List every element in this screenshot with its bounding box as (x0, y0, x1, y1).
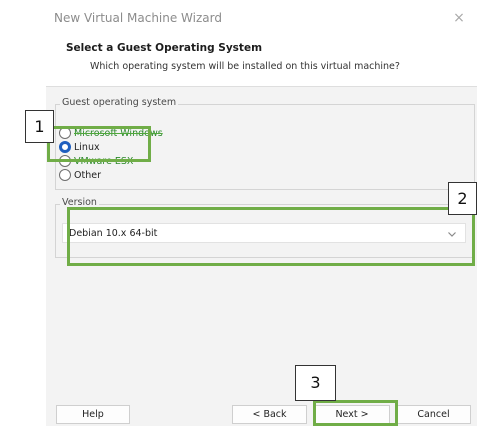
page-subtitle: Which operating system will be installed… (90, 61, 400, 72)
back-button[interactable]: < Back (232, 405, 307, 424)
cancel-button[interactable]: Cancel (396, 405, 471, 424)
radio-label: Other (74, 169, 101, 181)
callout-label-3: 3 (295, 365, 336, 401)
highlight-box-os-selection (47, 126, 151, 162)
highlight-box-version (67, 207, 475, 266)
highlight-box-next (313, 400, 398, 426)
screenshot-canvas: New Virtual Machine Wizard × Select a Gu… (0, 0, 477, 426)
wizard-header: Select a Guest Operating System Which op… (46, 36, 477, 87)
callout-label-1: 1 (25, 110, 54, 143)
guest-os-group-label: Guest operating system (60, 97, 179, 108)
help-button[interactable]: Help (56, 405, 130, 424)
callout-label-2: 2 (448, 182, 477, 215)
close-icon[interactable]: × (449, 9, 469, 27)
radio-button[interactable] (59, 169, 71, 181)
page-title: Select a Guest Operating System (66, 42, 263, 54)
window-title: New Virtual Machine Wizard (54, 11, 222, 25)
radio-other[interactable]: Other (59, 168, 101, 182)
title-bar: New Virtual Machine Wizard × (46, 0, 477, 36)
